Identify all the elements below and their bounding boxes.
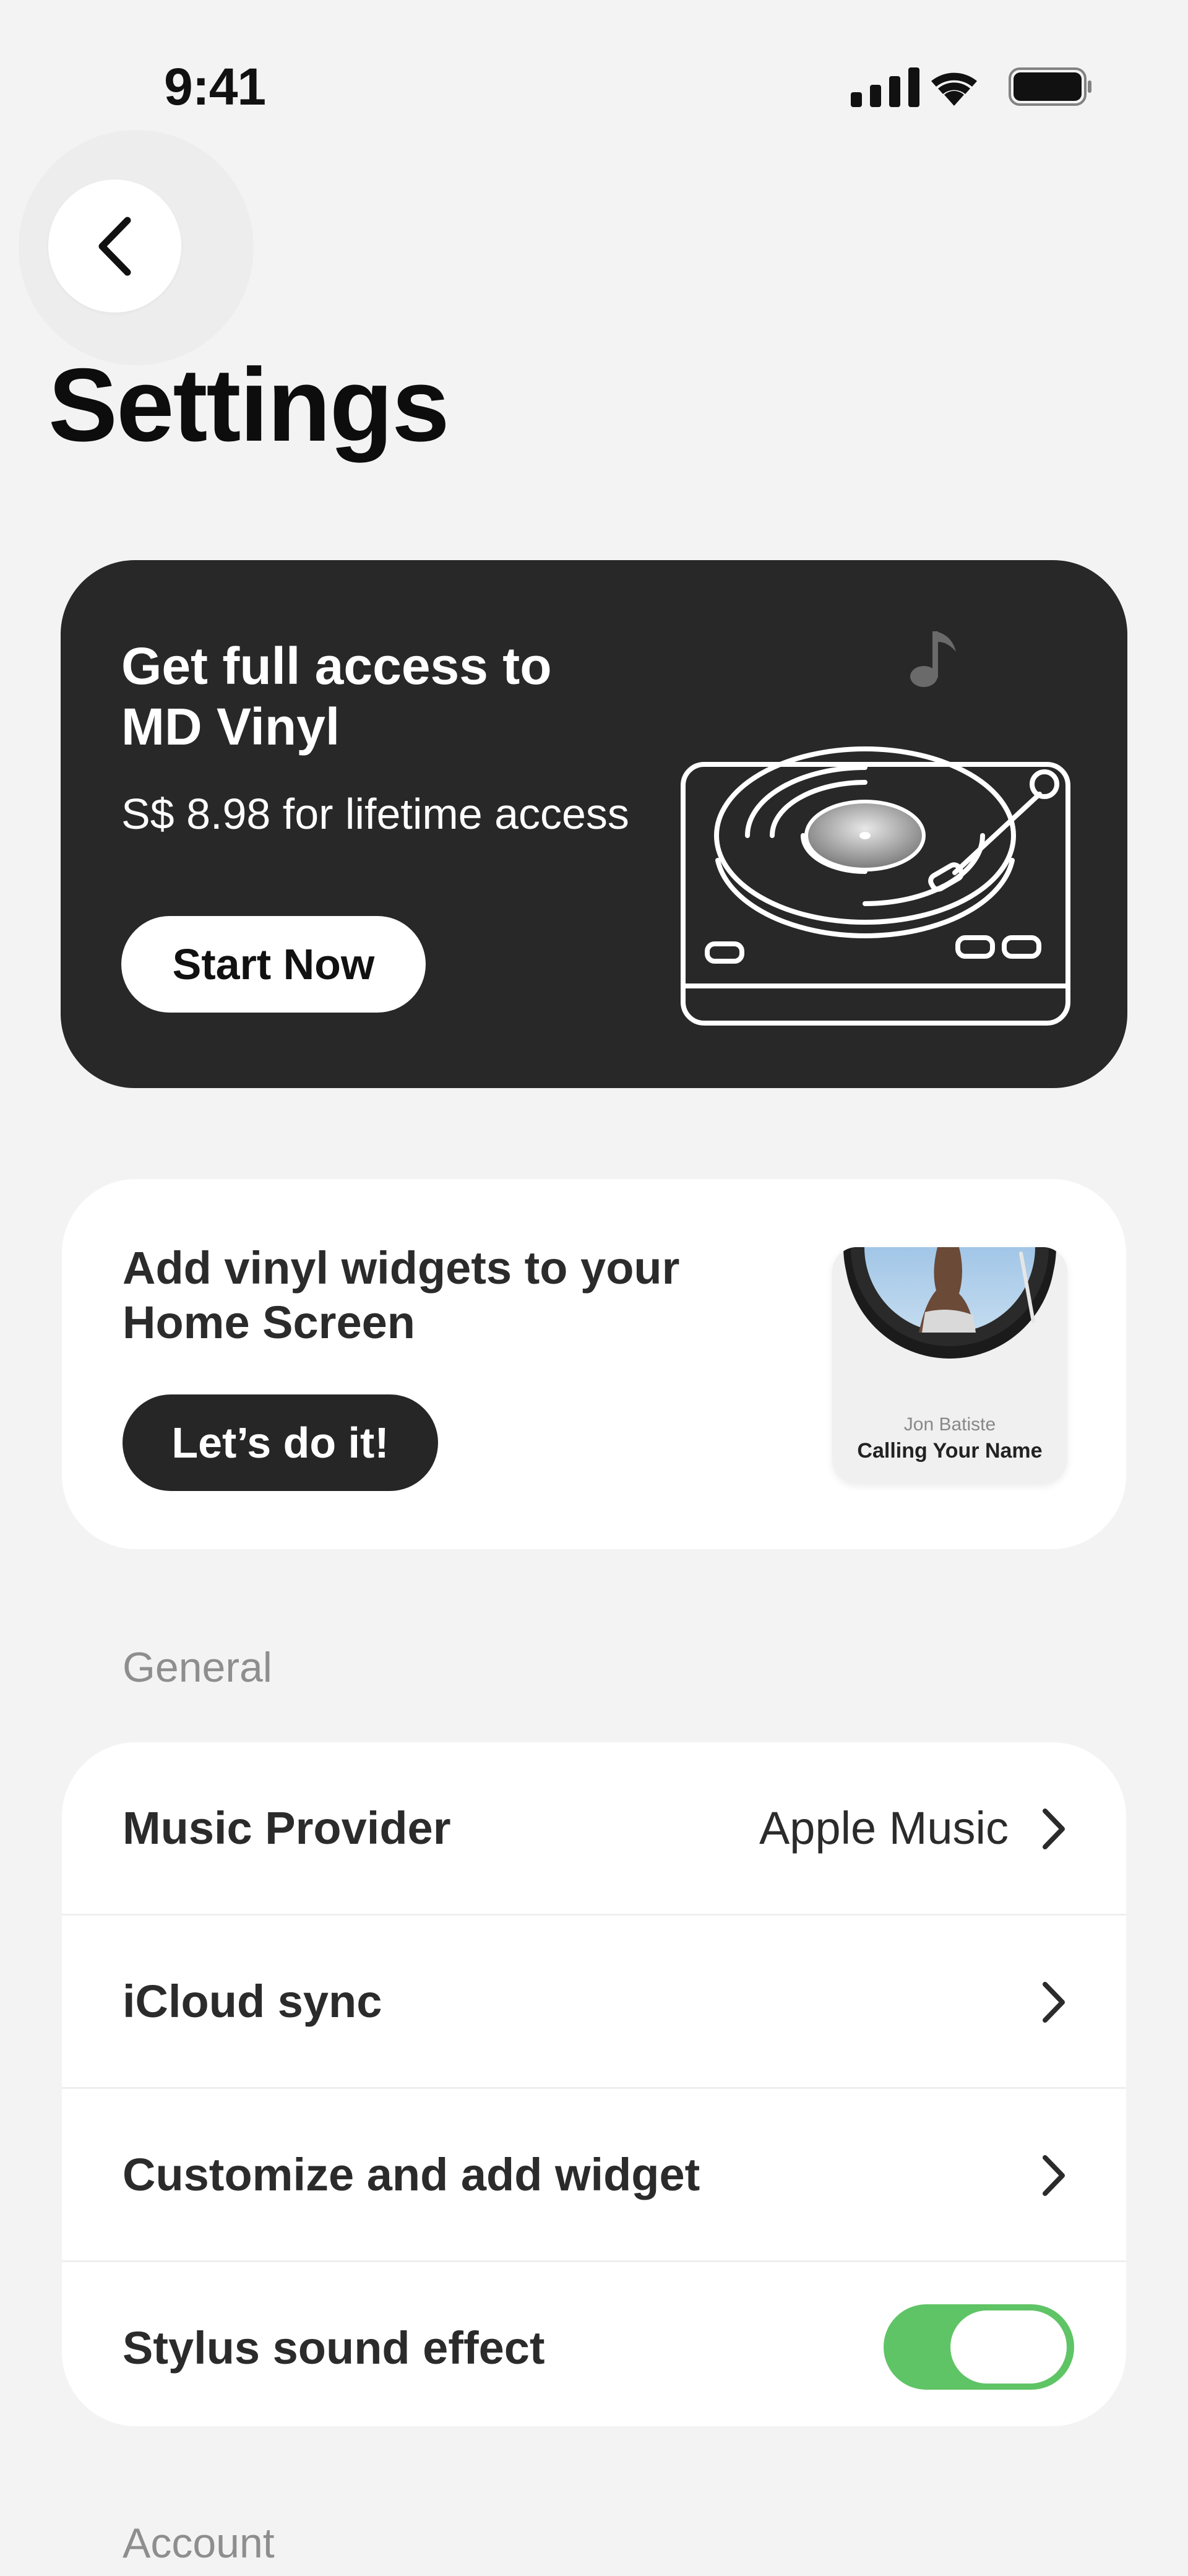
cellular-signal-icon xyxy=(851,67,919,107)
section-label-account: Account xyxy=(123,2520,275,2567)
widget-preview-artist: Jon Batiste xyxy=(903,1414,996,1435)
premium-price: S$ 8.98 for lifetime access xyxy=(121,790,629,838)
row-stylus-sound: Stylus sound effect xyxy=(62,2262,1126,2426)
chevron-right-icon xyxy=(1043,2155,1065,2196)
turntable-illustration xyxy=(681,746,1070,1026)
premium-title-line1: Get full access to xyxy=(121,637,552,695)
widget-promo-card: Add vinyl widgets to your Home Screen Le… xyxy=(62,1179,1126,1549)
page-title: Settings xyxy=(48,347,450,463)
widget-promo-title: Add vinyl widgets to your Home Screen xyxy=(123,1241,741,1350)
start-now-button[interactable]: Start Now xyxy=(121,916,426,1013)
premium-title-line2: MD Vinyl xyxy=(121,698,340,756)
chevron-right-icon xyxy=(1043,1809,1065,1849)
stylus-sound-toggle[interactable] xyxy=(884,2304,1074,2390)
widget-promo-title-line2: Home Screen xyxy=(123,1297,415,1348)
back-button[interactable] xyxy=(48,179,181,313)
row-label: Music Provider xyxy=(123,1802,451,1854)
toggle-knob xyxy=(950,2310,1067,2384)
row-customize-widget[interactable]: Customize and add widget xyxy=(62,2089,1126,2260)
premium-title: Get full access to MD Vinyl xyxy=(121,636,647,757)
chevron-right-icon xyxy=(1043,1982,1065,2023)
vinyl-record-artwork xyxy=(843,1247,1056,1359)
row-music-provider[interactable]: Music Provider Apple Music xyxy=(62,1742,1126,1914)
battery-icon xyxy=(1009,67,1091,106)
general-settings-list: Music Provider Apple Music iCloud sync C… xyxy=(62,1742,1126,2426)
row-label: Customize and add widget xyxy=(123,2149,700,2200)
section-label-general: General xyxy=(123,1644,272,1691)
lets-do-it-button[interactable]: Let’s do it! xyxy=(123,1394,438,1491)
widget-promo-title-line1: Add vinyl widgets to your xyxy=(123,1242,680,1294)
row-label: Stylus sound effect xyxy=(123,2322,545,2374)
row-label: iCloud sync xyxy=(123,1976,382,2027)
row-value: Apple Music xyxy=(759,1802,1009,1854)
widget-preview[interactable]: Jon Batiste Calling Your Name xyxy=(832,1247,1067,1484)
status-time: 9:41 xyxy=(164,58,266,116)
wifi-icon xyxy=(931,72,977,106)
premium-card: Get full access to MD Vinyl S$ 8.98 for … xyxy=(61,560,1127,1088)
status-icons xyxy=(848,65,1092,108)
chevron-left-icon xyxy=(98,217,131,275)
row-icloud-sync[interactable]: iCloud sync xyxy=(62,1916,1126,2087)
widget-preview-song: Calling Your Name xyxy=(857,1439,1043,1463)
music-note-icon xyxy=(910,631,956,687)
